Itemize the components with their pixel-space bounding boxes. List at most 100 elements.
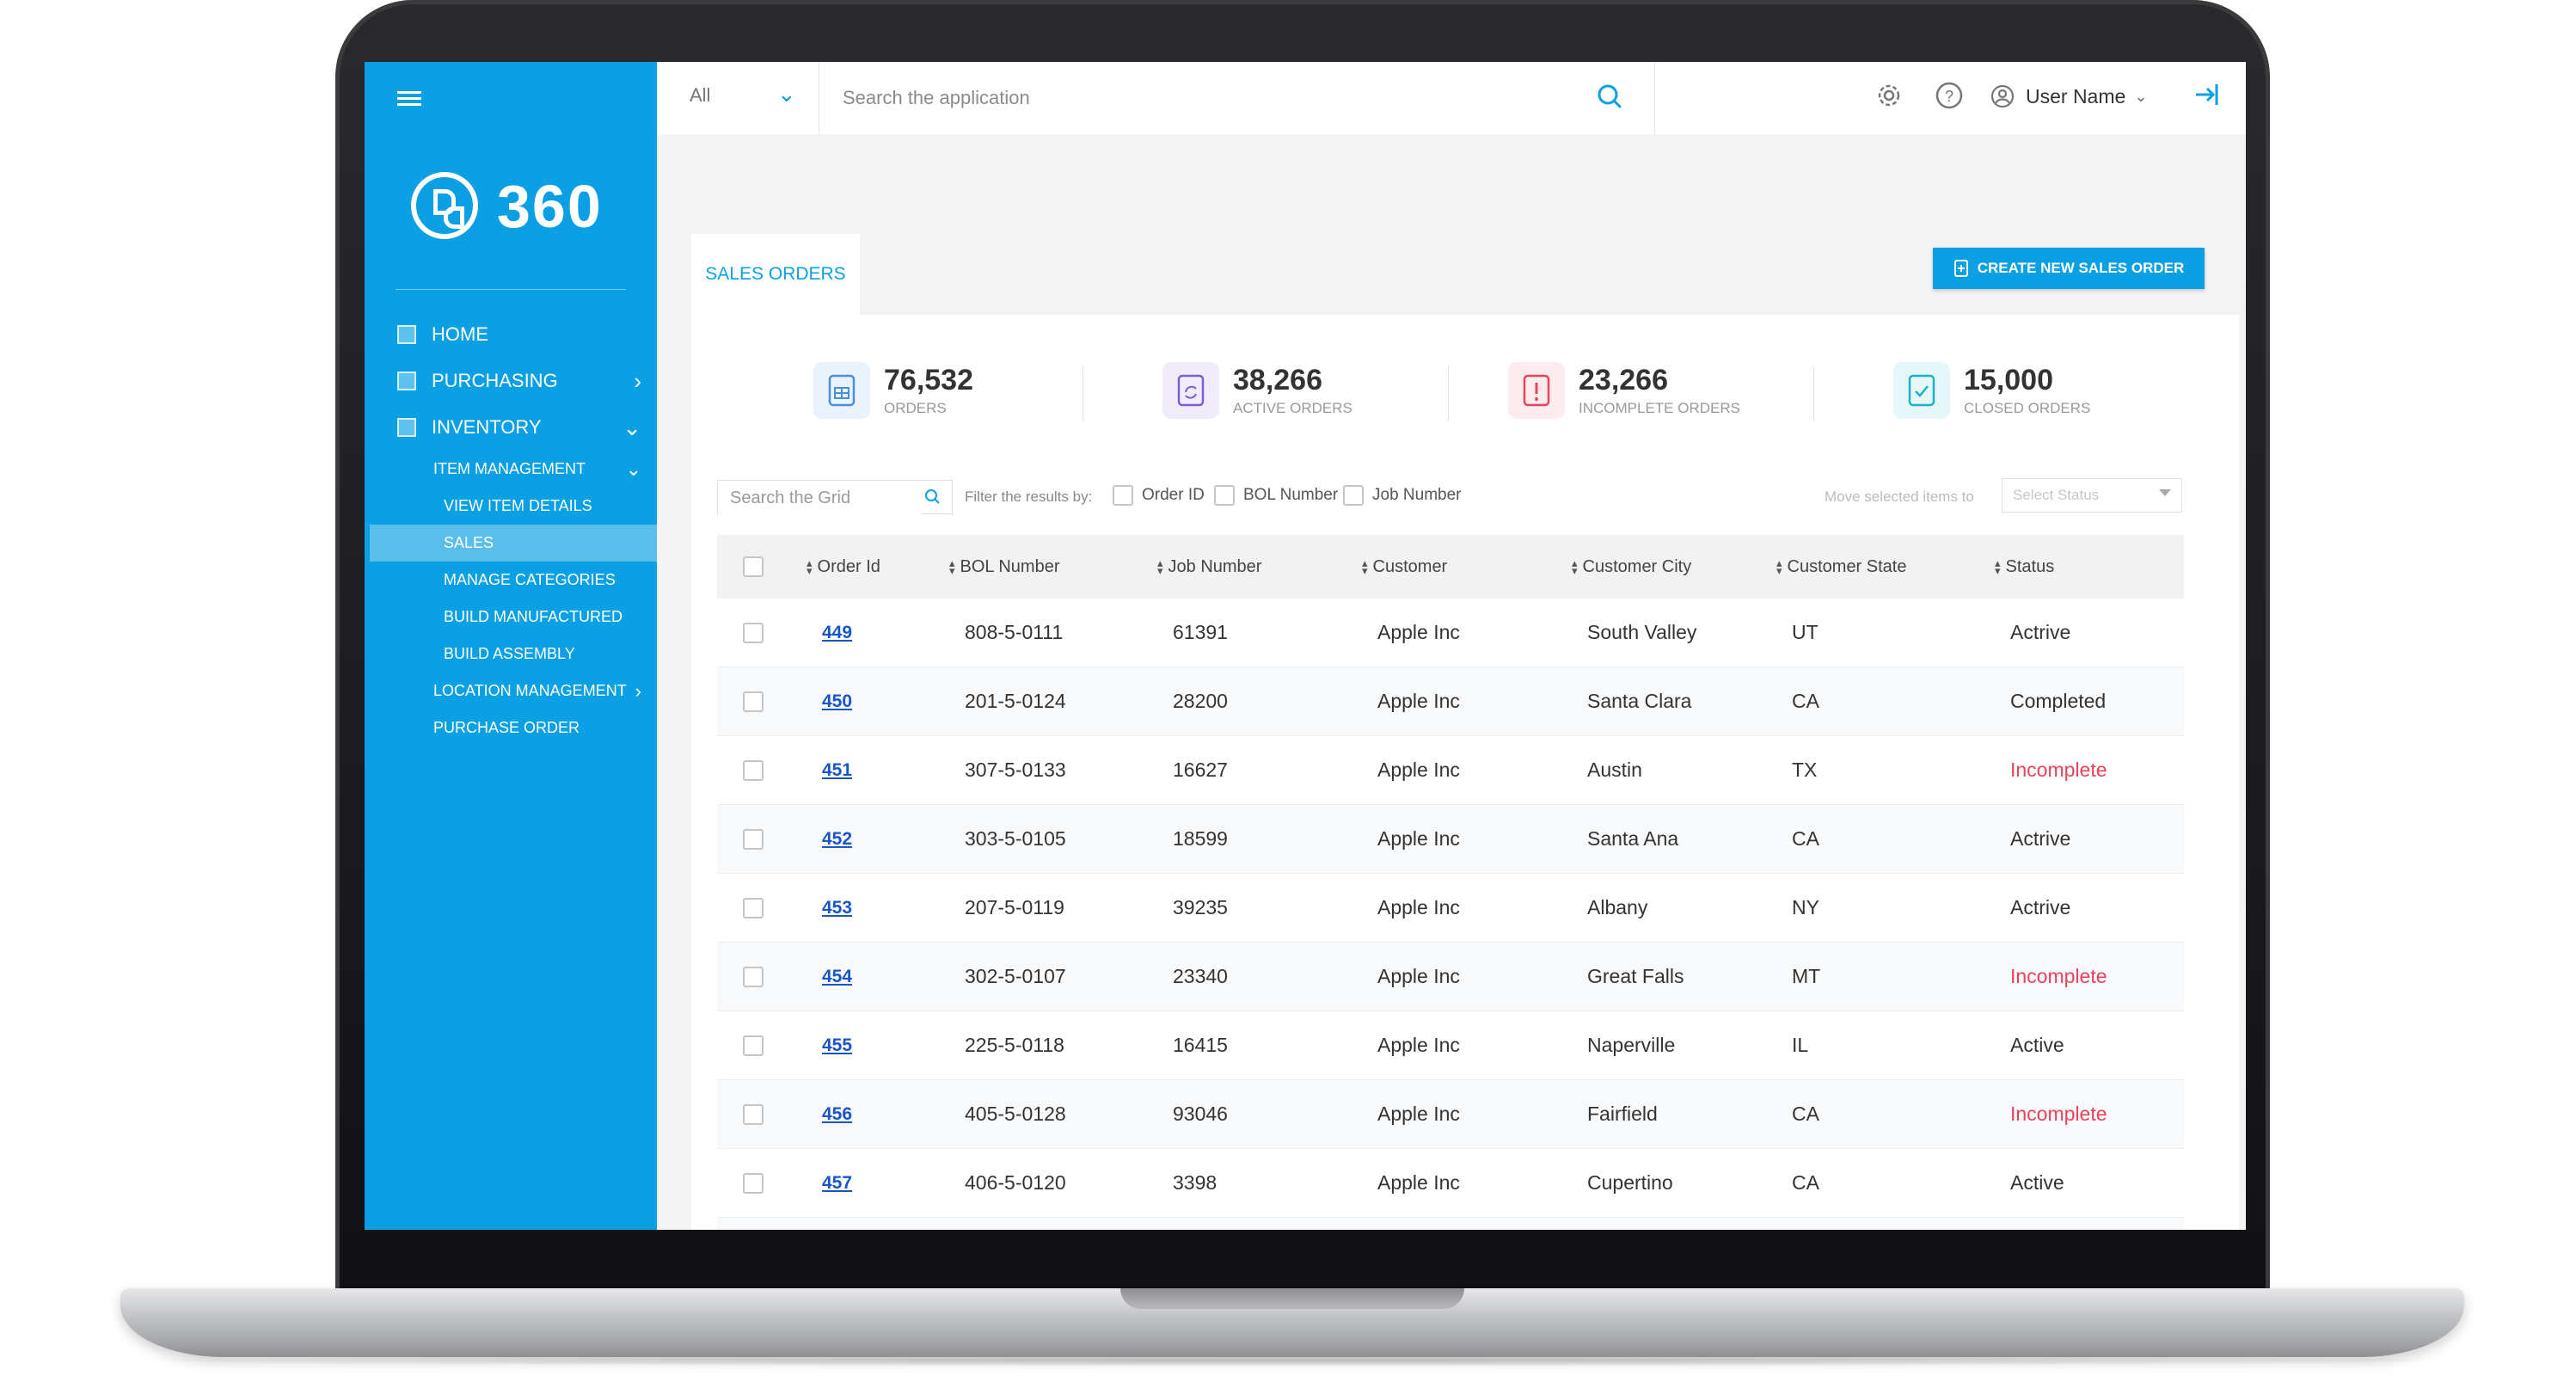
- search-scope-select[interactable]: All: [690, 84, 710, 107]
- filter-label: Filter the results by:: [965, 488, 1093, 505]
- sort-icon: ▴ ▾: [1362, 556, 1368, 577]
- order-id-link[interactable]: 455: [822, 1035, 852, 1056]
- bol-number-cell: 303-5-0105: [965, 827, 1066, 850]
- status-cell: Incomplete: [2010, 965, 2107, 987]
- status-select[interactable]: Select Status: [2002, 478, 2182, 513]
- state-cell: IL: [1792, 1034, 1809, 1056]
- sidebar-item-purchase-order[interactable]: PURCHASE ORDER: [365, 710, 657, 746]
- sidebar-item-inventory[interactable]: INVENTORY ⌄: [365, 404, 657, 451]
- customer-cell: Apple Inc: [1377, 1171, 1460, 1194]
- order-id-link[interactable]: 454: [822, 967, 852, 987]
- orders-icon: [813, 362, 870, 419]
- search-input[interactable]: [841, 77, 1618, 119]
- filter-option-label: Job Number: [1372, 486, 1462, 504]
- stat-active-orders: 38,266 ACTIVE ORDERS: [1162, 356, 1352, 425]
- row-checkbox[interactable]: [743, 1172, 764, 1194]
- divider: [1813, 366, 1814, 421]
- col-order-id[interactable]: ▴ ▾ Order Id: [807, 535, 880, 599]
- order-id-link[interactable]: 450: [822, 691, 852, 712]
- order-id-link[interactable]: 457: [822, 1173, 852, 1194]
- row-checkbox[interactable]: [743, 1035, 764, 1056]
- order-id-link[interactable]: 452: [822, 829, 852, 850]
- stat-value: 38,266: [1233, 364, 1322, 396]
- grid-search-input[interactable]: [718, 481, 921, 515]
- chevron-down-icon: ⌄: [2134, 87, 2148, 105]
- table-row: 457 406-5-0120 3398 Apple Inc Cupertino …: [717, 1149, 2184, 1218]
- user-menu[interactable]: User Name ⌄: [1990, 77, 2147, 115]
- filter-order-id[interactable]: Order ID: [1113, 485, 1205, 506]
- chevron-down-icon: ⌄: [623, 414, 641, 440]
- col-bol-number[interactable]: ▴ ▾ BOL Number: [949, 535, 1060, 599]
- col-status[interactable]: ▴ ▾ Status: [1995, 535, 2054, 599]
- order-id-link[interactable]: 456: [822, 1104, 852, 1125]
- tab-sales-orders[interactable]: SALES ORDERS: [691, 234, 860, 315]
- search-icon[interactable]: [924, 488, 941, 506]
- row-checkbox[interactable]: [743, 828, 764, 850]
- row-checkbox[interactable]: [743, 1103, 764, 1125]
- col-label: Order Id: [817, 556, 880, 576]
- city-cell: Great Falls: [1587, 965, 1684, 987]
- menu-icon[interactable]: [397, 88, 421, 108]
- sidebar-item-build-assembly[interactable]: BUILD ASSEMBLY: [365, 636, 657, 673]
- table-row: 452 303-5-0105 18599 Apple Inc Santa Ana…: [717, 805, 2184, 874]
- row-select-cell: [743, 943, 764, 1010]
- sidebar-item-view-item-details[interactable]: VIEW ITEM DETAILS: [365, 488, 657, 525]
- sidebar-item-home[interactable]: HOME: [365, 311, 657, 358]
- sidebar-item-item-management[interactable]: ITEM MANAGEMENT ⌄: [365, 451, 657, 488]
- sidebar-item-purchasing[interactable]: PURCHASING ›: [365, 358, 657, 404]
- screen: 360 HOME PURCHASING › INVENTORY ⌄ ITEM M…: [365, 62, 2246, 1230]
- order-id-link[interactable]: 453: [822, 898, 852, 918]
- sidebar-item-label: BUILD ASSEMBLY: [444, 645, 575, 662]
- incomplete-orders-icon: [1508, 362, 1565, 419]
- help-icon[interactable]: ?: [1933, 79, 1966, 112]
- sidebar-item-sales[interactable]: SALES: [370, 525, 657, 562]
- search-icon[interactable]: [1592, 79, 1627, 114]
- table-header: ▴ ▾ Order Id ▴ ▾ BOL Number ▴ ▾ Job Number ▴ ▾ C…: [717, 535, 2184, 599]
- gear-icon[interactable]: [1873, 79, 1905, 112]
- row-select-cell: [743, 1080, 764, 1148]
- create-sales-order-button[interactable]: CREATE NEW SALES ORDER: [1933, 248, 2205, 289]
- col-customer-state[interactable]: ▴ ▾ Customer State: [1776, 535, 1906, 599]
- city-cell: Santa Ana: [1587, 827, 1679, 850]
- state-cell: CA: [1792, 1218, 1819, 1230]
- row-select-cell: [743, 805, 764, 873]
- home-icon: [397, 325, 416, 344]
- stat-label: CLOSED ORDERS: [1964, 400, 2091, 416]
- user-name: User Name: [2026, 84, 2126, 108]
- order-id-link[interactable]: 449: [822, 623, 852, 643]
- sidebar-item-location-management[interactable]: LOCATION MANAGEMENT ›: [365, 673, 657, 710]
- checkbox[interactable]: [1214, 485, 1235, 506]
- col-customer[interactable]: ▴ ▾ Customer: [1362, 535, 1447, 599]
- filter-bol-number[interactable]: BOL Number: [1214, 485, 1338, 506]
- status-cell: Actrive: [2010, 896, 2071, 918]
- order-id-cell: 450: [822, 667, 852, 735]
- filter-job-number[interactable]: Job Number: [1343, 485, 1462, 506]
- sidebar-nav: HOME PURCHASING › INVENTORY ⌄ ITEM MANAG…: [365, 311, 657, 746]
- row-checkbox[interactable]: [743, 966, 764, 987]
- sidebar-item-manage-categories[interactable]: MANAGE CATEGORIES: [365, 562, 657, 599]
- status-cell: Active: [2010, 1171, 2064, 1194]
- row-checkbox[interactable]: [743, 691, 764, 712]
- row-checkbox[interactable]: [743, 759, 764, 781]
- col-customer-city[interactable]: ▴ ▾ Customer City: [1572, 535, 1691, 599]
- logout-icon[interactable]: [2189, 77, 2223, 112]
- col-job-number[interactable]: ▴ ▾ Job Number: [1157, 535, 1261, 599]
- checkbox[interactable]: [1113, 485, 1133, 506]
- checkbox[interactable]: [1343, 485, 1364, 506]
- state-cell: CA: [1792, 690, 1819, 712]
- select-all-checkbox[interactable]: [743, 556, 764, 577]
- sort-icon: ▴ ▾: [1572, 556, 1578, 577]
- stat-label: ACTIVE ORDERS: [1233, 400, 1352, 416]
- sort-icon: ▴ ▾: [807, 556, 813, 577]
- city-cell: Glendale: [1587, 1218, 1666, 1230]
- order-id-cell: 455: [822, 1011, 852, 1079]
- city-cell: South Valley: [1587, 621, 1697, 643]
- row-checkbox[interactable]: [743, 897, 764, 918]
- order-id-link[interactable]: 451: [822, 760, 852, 781]
- col-label: Customer City: [1582, 556, 1692, 576]
- table-row: 449 808-5-0111 61391 Apple Inc South Val…: [717, 599, 2184, 667]
- col-label: Customer: [1372, 556, 1448, 576]
- chevron-down-icon[interactable]: ⌄: [777, 81, 796, 108]
- row-checkbox[interactable]: [743, 622, 764, 643]
- sidebar-item-build-manufactured[interactable]: BUILD MANUFACTURED: [365, 599, 657, 636]
